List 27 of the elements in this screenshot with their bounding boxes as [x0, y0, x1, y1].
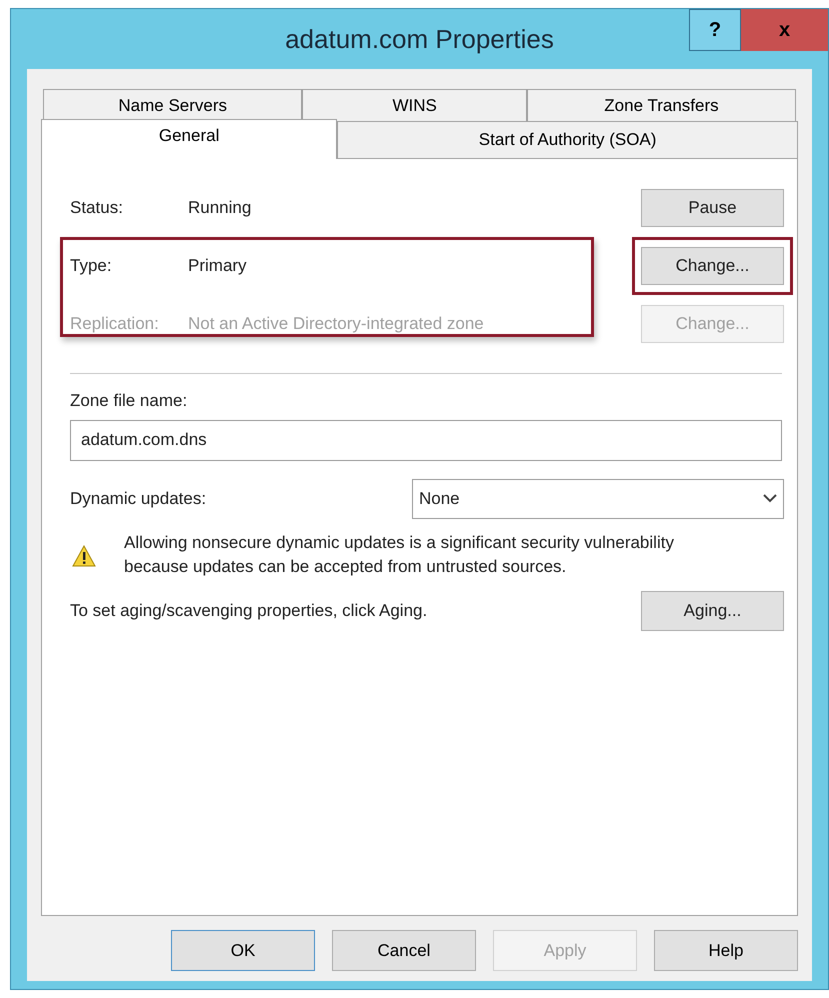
tab[interactable]: WINS: [302, 89, 527, 123]
field-label: Dynamic updates:: [70, 488, 206, 510]
row-label: Type:: [70, 255, 113, 278]
warning-text: Allowing nonsecure dynamic updates is a significant security vulnerability because updates can be accepted from untrusted sources.: [124, 532, 675, 578]
window-title: adatum.com Properties: [285, 22, 554, 56]
change-button[interactable]: Change...: [641, 247, 784, 285]
close-button[interactable]: x: [741, 9, 828, 51]
row-label: Status:: [70, 197, 124, 220]
row-value: Running: [188, 197, 252, 220]
tab[interactable]: Start of Authority (SOA): [337, 121, 798, 159]
field-label: Zone file name:: [70, 390, 188, 412]
chevron-down-icon: [763, 494, 777, 503]
aging-button[interactable]: Aging...: [641, 590, 784, 630]
zone-file-input[interactable]: adatum.com.dns: [70, 420, 782, 460]
dialog-button[interactable]: Cancel: [332, 930, 476, 971]
dialog-button[interactable]: OK: [171, 930, 315, 971]
tab[interactable]: Zone Transfers: [526, 89, 796, 123]
pause-button[interactable]: Pause: [641, 189, 784, 227]
row-value: Not an Active Directory-integrated zone: [188, 313, 484, 336]
dynamic-updates-dropdown[interactable]: None: [412, 478, 784, 518]
dialog-button[interactable]: Help: [654, 930, 798, 971]
aging-hint-text: To set aging/scavenging properties, click Aging.: [70, 600, 428, 622]
help-button[interactable]: ?: [689, 9, 741, 51]
warning-icon: [72, 544, 96, 566]
row-value: Primary: [188, 255, 247, 278]
row-label: Replication:: [70, 313, 160, 336]
tab[interactable]: General: [41, 119, 338, 159]
